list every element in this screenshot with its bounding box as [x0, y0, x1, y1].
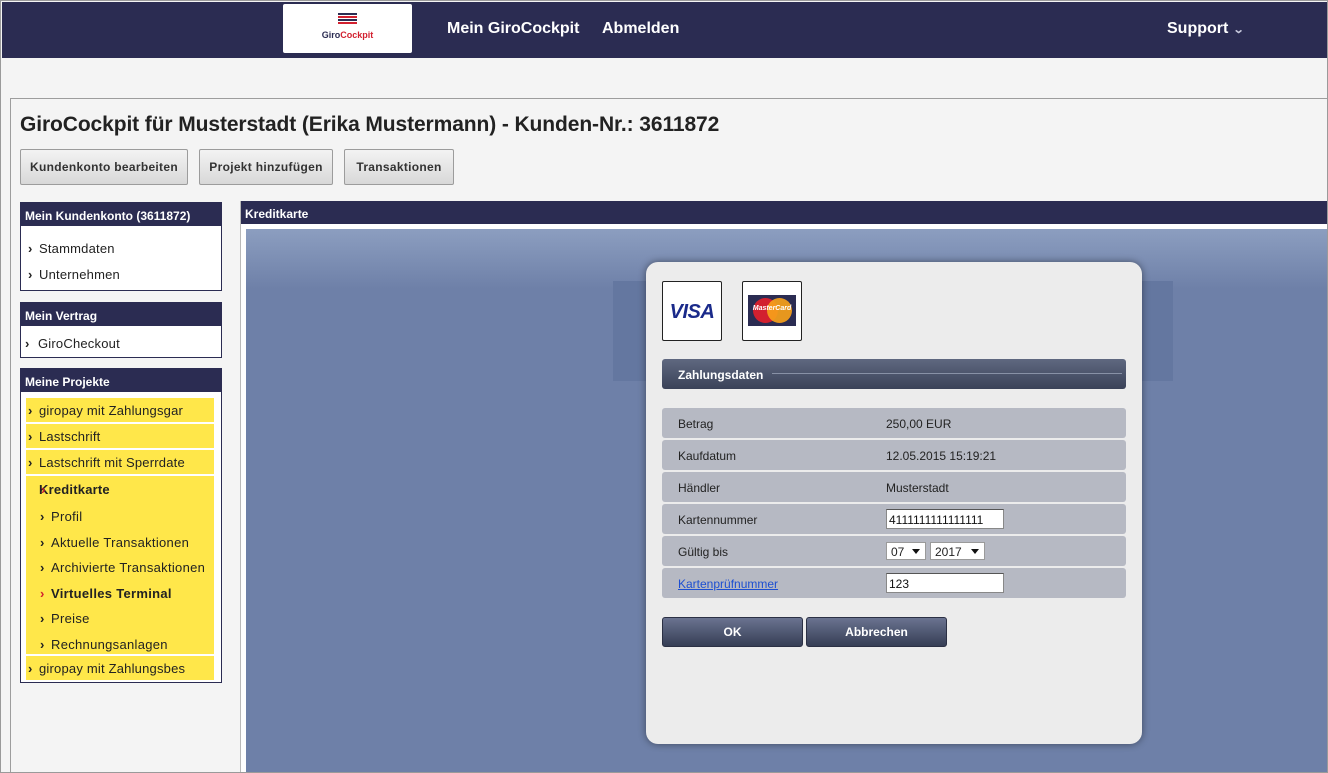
sidebar-item-girocheckout[interactable]: › GiroCheckout [21, 329, 221, 355]
ok-button[interactable]: OK [662, 617, 803, 647]
chevron-right-icon: › [40, 636, 45, 652]
row-kaufdatum: Kaufdatum 12.05.2015 15:19:21 [662, 440, 1126, 470]
main-content: GiroCockpit für Musterstadt (Erika Muste… [10, 98, 1327, 772]
chevron-right-icon: › [40, 585, 45, 601]
sidebar-item-stammdaten[interactable]: › Stammdaten [21, 234, 221, 260]
chevron-right-icon: › [28, 455, 33, 470]
chevron-right-icon: › [40, 534, 45, 550]
kaufdatum-label: Kaufdatum [678, 449, 737, 463]
chevron-right-icon: › [28, 403, 33, 418]
mastercard-card-option[interactable]: MasterCard [742, 281, 802, 341]
app-window: GiroCockpit Mein GiroCockpit Abmelden Su… [0, 0, 1328, 773]
sidebar-contract-box: Mein Vertrag › GiroCheckout [20, 302, 222, 358]
gueltig-bis-label: Gültig bis [678, 545, 729, 559]
project-giropay-zahlungsgarantie[interactable]: › giropay mit Zahlungsgar [26, 398, 214, 422]
chevron-right-icon: › [28, 241, 33, 256]
dropdown-arrow-icon [912, 549, 920, 554]
girocockpit-logo[interactable]: GiroCockpit [283, 4, 412, 53]
cancel-button[interactable]: Abbrechen [806, 617, 947, 647]
kartennummer-label: Kartennummer [678, 513, 758, 527]
subitem-preise[interactable]: › Preise [26, 606, 214, 632]
nav-abmelden[interactable]: Abmelden [602, 20, 679, 38]
row-kartennummer: Kartennummer 4111111111111111 [662, 504, 1126, 534]
valid-year-select[interactable]: 2017 [930, 542, 985, 560]
project-giropay-zahlungsbestaetigung[interactable]: › giropay mit Zahlungsbes [26, 656, 214, 680]
kreditkarte-panel: Kreditkarte VISA MasterCard Zahlungsdate… [240, 201, 1327, 772]
project-lastschrift-sperrdatei[interactable]: › Lastschrift mit Sperrdate [26, 450, 214, 474]
haendler-label: Händler [678, 481, 721, 495]
add-project-button[interactable]: Projekt hinzufügen [199, 149, 333, 185]
project-kreditkarte-link[interactable]: › Kreditkarte [39, 482, 214, 504]
nav-mein-girocockpit[interactable]: Mein GiroCockpit [447, 20, 579, 38]
subitem-virtuelles-terminal[interactable]: › Virtuelles Terminal [26, 581, 214, 607]
chevron-right-icon: › [28, 429, 33, 444]
sidebar-item-unternehmen[interactable]: › Unternehmen [21, 260, 221, 286]
row-kartenpruefnummer: Kartenprüfnummer 123 [662, 568, 1126, 598]
kartenpruefnummer-input[interactable]: 123 [886, 573, 1004, 593]
row-betrag: Betrag 250,00 EUR [662, 408, 1126, 438]
page-title: GiroCockpit für Musterstadt (Erika Muste… [20, 113, 720, 136]
subitem-aktuelle-transaktionen[interactable]: › Aktuelle Transaktionen [26, 530, 214, 556]
valid-month-select[interactable]: 07 [886, 542, 926, 560]
mastercard-logo-icon: MasterCard [748, 295, 796, 326]
kaufdatum-value: 12.05.2015 15:19:21 [886, 449, 997, 463]
betrag-label: Betrag [678, 417, 714, 431]
chevron-right-icon: › [28, 661, 33, 676]
kartenpruefnummer-link[interactable]: Kartenprüfnummer [678, 577, 778, 591]
terminal-area: VISA MasterCard Zahlungsdaten Betrag 250… [246, 229, 1327, 772]
panel-heading: Kreditkarte [241, 201, 1327, 224]
chevron-right-icon: › [25, 336, 30, 351]
subitem-archivierte-transaktionen[interactable]: › Archivierte Transaktionen [26, 555, 214, 581]
subitem-rechnungsanlagen[interactable]: › Rechnungsanlagen [26, 632, 214, 655]
sidebar-contract-heading: Mein Vertrag [21, 303, 221, 326]
support-label: Support [1167, 20, 1229, 37]
chevron-down-icon: ⌄ [1232, 24, 1245, 36]
chevron-right-icon: › [40, 509, 45, 524]
project-kreditkarte: › Kreditkarte › Profil › Aktuelle Transa… [26, 476, 214, 654]
transactions-button[interactable]: Transaktionen [344, 149, 454, 185]
subitem-profil[interactable]: › Profil [26, 504, 214, 530]
sidebar-account-box: Mein Kundenkonto (3611872) › Stammdaten … [20, 202, 222, 291]
chevron-right-icon: › [28, 267, 33, 282]
visa-logo-icon: VISA [669, 301, 715, 323]
top-navigation: GiroCockpit Mein GiroCockpit Abmelden Su… [2, 2, 1327, 58]
visa-card-option[interactable]: VISA [662, 281, 722, 341]
chevron-right-icon: › [40, 611, 45, 626]
betrag-value: 250,00 EUR [886, 417, 952, 431]
row-haendler: Händler Musterstadt [662, 472, 1126, 502]
haendler-value: Musterstadt [886, 481, 949, 495]
dropdown-arrow-icon [971, 549, 979, 554]
sidebar-projects-heading: Meine Projekte [21, 369, 221, 392]
nav-support[interactable]: Support ⌄ [1167, 20, 1245, 38]
sidebar-account-heading: Mein Kundenkonto (3611872) [21, 203, 221, 226]
kartennummer-input[interactable]: 4111111111111111 [886, 509, 1004, 529]
payment-dialog: VISA MasterCard Zahlungsdaten Betrag 250… [646, 262, 1142, 744]
logo-text: GiroCockpit [321, 30, 374, 40]
edit-account-button[interactable]: Kundenkonto bearbeiten [20, 149, 188, 185]
flag-icon [338, 13, 357, 25]
sidebar-projects-box: Meine Projekte › giropay mit Zahlungsgar… [20, 368, 222, 683]
row-gueltig-bis: Gültig bis 07 2017 [662, 536, 1126, 566]
chevron-right-icon: › [40, 560, 45, 575]
section-zahlungsdaten: Zahlungsdaten [662, 359, 1126, 389]
project-lastschrift[interactable]: › Lastschrift [26, 424, 214, 448]
chevron-right-icon: › [41, 482, 46, 497]
